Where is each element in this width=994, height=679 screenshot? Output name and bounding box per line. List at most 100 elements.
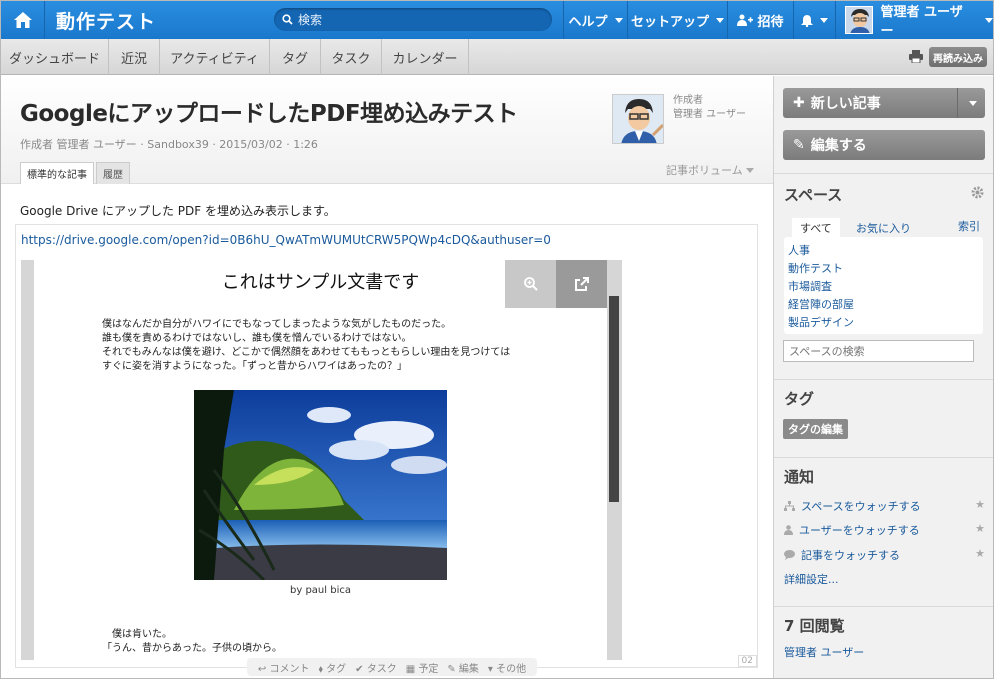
new-article-button[interactable]: ✚ 新しい記事 [783, 88, 985, 118]
chevron-down-icon [820, 17, 828, 23]
app-window: 動作テスト ヘルプ セットアップ 招待 管理者 ユーザー ダッシュボード 近況 [0, 0, 994, 679]
invite-button[interactable]: 招待 [727, 1, 793, 39]
chevron-down-icon [614, 17, 623, 23]
star-icon[interactable]: ★ [975, 547, 985, 560]
author-name[interactable]: 管理者 ユーザー [673, 108, 746, 122]
page-number: 02 [737, 655, 757, 667]
tag-action[interactable]: ⬧ タグ [318, 660, 346, 675]
space-link[interactable]: 人事 [784, 242, 983, 260]
viewer-link[interactable]: 管理者 ユーザー [784, 644, 864, 660]
pdf-paragraph-1: 僕はなんだか自分がハワイにでもなってしまったような気がしたものだった。 誰も僕を… [102, 318, 510, 374]
comment-label: コメント [269, 663, 310, 675]
edit-tags-button[interactable]: タグの編集 [783, 419, 848, 439]
event-action[interactable]: ▦ 予定 [406, 660, 439, 675]
pdf-line: すぐに姿を消すようになった。「ずっと昔からハワイはあったの？」 [102, 361, 407, 372]
space-link[interactable]: 製品デザイン [784, 314, 983, 332]
pencil-icon: ✎ [793, 137, 805, 153]
notifications-menu[interactable] [793, 1, 835, 39]
pdf-paragraph-2: 僕は肯いた。 「うん、昔からあった。子供の頃から。 [102, 628, 282, 656]
space-search-input[interactable] [783, 340, 974, 362]
article-body: Google Drive にアップした PDF を埋め込み表示します。 [20, 204, 336, 218]
views-title: 7 回閲覧 [784, 617, 845, 635]
author-avatar[interactable] [612, 94, 664, 144]
app-title[interactable]: 動作テスト [56, 7, 156, 34]
zoom-button[interactable] [505, 260, 556, 308]
nav-calendar[interactable]: カレンダー [382, 39, 469, 75]
help-label: ヘルプ [568, 14, 608, 30]
watch-space-link[interactable]: スペースをウォッチする [784, 498, 921, 514]
nav-recent[interactable]: 近況 [109, 39, 160, 75]
author-label: 作成者 [673, 95, 703, 106]
edit-label: 編集する [810, 138, 867, 154]
user-icon [784, 525, 793, 535]
tab-all-spaces[interactable]: すべて [792, 218, 840, 238]
space-link[interactable]: 動作テスト [784, 260, 983, 278]
add-user-icon [737, 14, 754, 26]
search-icon [282, 14, 293, 25]
more-action[interactable]: ▾ その他 [488, 660, 526, 675]
tab-favorite-spaces[interactable]: お気に入り [856, 220, 911, 236]
nav-tags[interactable]: タグ [270, 39, 321, 75]
setup-label: セットアップ [630, 14, 709, 30]
zoom-icon [523, 277, 538, 291]
article-toolbar: ↩ コメント ⬧ タグ ✔ タスク ▦ 予定 ✎ 編集 ▾ その他 [247, 658, 537, 676]
open-external-button[interactable] [556, 260, 607, 308]
pdf-line: 誰も僕を責めるわけではないし、誰も僕を憎んでいるわけではない。 [102, 333, 412, 344]
views-section: 7 回閲覧 管理者 ユーザー [774, 606, 993, 678]
reload-button[interactable]: 再読み込み [929, 47, 987, 67]
secondary-nav: ダッシュボード 近況 アクティビティ タグ タスク カレンダー 再読み込み [1, 39, 993, 75]
help-menu[interactable]: ヘルプ [563, 1, 627, 39]
comment-icon [784, 550, 795, 560]
star-icon[interactable]: ★ [975, 522, 985, 535]
watch-article-label: 記事をウォッチする [801, 549, 900, 562]
new-article-dropdown[interactable] [957, 88, 985, 118]
sidebar: ✚ 新しい記事 ✎ 編集する スペース すべて お気に入り 索引 人事 動作テス… [773, 76, 993, 678]
more-label: その他 [496, 663, 527, 675]
search-box[interactable] [274, 8, 552, 31]
setup-menu[interactable]: セットアップ [627, 1, 727, 39]
photo-credit: by paul bica [290, 585, 351, 596]
nav-activity[interactable]: アクティビティ [160, 39, 270, 75]
pdf-page: これはサンプル文書です 僕はなんだか自分がハワイにでもなってしまったような気がし… [34, 260, 607, 660]
notify-settings-link[interactable]: 詳細設定... [784, 571, 839, 587]
author-info: 作成者 管理者 ユーザー [673, 94, 746, 122]
comment-action[interactable]: ↩ コメント [258, 660, 310, 675]
tags-title: タグ [784, 390, 815, 408]
home-button[interactable] [1, 1, 45, 39]
edit-action[interactable]: ✎ 編集 [447, 660, 479, 675]
pdf-scrollbar[interactable] [609, 296, 619, 502]
tab-standard[interactable]: 標準的な記事 [20, 162, 94, 184]
space-index-link[interactable]: 索引 [958, 218, 980, 234]
edit-button[interactable]: ✎ 編集する [783, 130, 985, 160]
print-icon[interactable] [909, 50, 923, 63]
plus-icon: ✚ [793, 95, 805, 111]
watch-user-link[interactable]: ユーザーをウォッチする [784, 522, 920, 538]
pdf-line: 僕はなんだか自分がハワイにでもなってしまったような気がしたものだった。 [102, 319, 452, 330]
embed-block: https://drive.google.com/open?id=0B6hU_Q… [15, 224, 758, 668]
user-menu[interactable]: 管理者 ユーザー [835, 1, 993, 39]
page-title: GoogleにアップロードしたPDF埋め込みテスト [20, 101, 518, 127]
event-label: 予定 [418, 663, 439, 675]
nav-dashboard[interactable]: ダッシュボード [1, 39, 109, 75]
volume-menu[interactable]: 記事ボリューム [666, 162, 754, 178]
volume-label: 記事ボリューム [666, 164, 743, 177]
article-header: GoogleにアップロードしたPDF埋め込みテスト 作成者 管理者 ユーザー ·… [1, 76, 773, 184]
chevron-down-icon [985, 17, 993, 23]
invite-label: 招待 [757, 14, 784, 30]
pdf-line: それでもみんなは僕を避け、どこかで偶然顔をあわせてももっともらしい理由を見つけて… [102, 347, 511, 358]
space-link[interactable]: 経営陣の部屋 [784, 296, 983, 314]
spaces-section: スペース すべて お気に入り 索引 人事 動作テスト 市場調査 経営陣の部屋 製… [774, 173, 993, 379]
pdf-viewer[interactable]: これはサンプル文書です 僕はなんだか自分がハワイにでもなってしまったような気がし… [21, 260, 622, 660]
tab-history[interactable]: 履歴 [96, 162, 130, 184]
star-icon[interactable]: ★ [975, 498, 985, 511]
avatar [845, 6, 873, 34]
nav-tasks[interactable]: タスク [321, 39, 382, 75]
watch-user-label: ユーザーをウォッチする [799, 524, 920, 537]
watch-article-link[interactable]: 記事をウォッチする [784, 547, 900, 563]
drive-link[interactable]: https://drive.google.com/open?id=0B6hU_Q… [21, 233, 551, 247]
space-link[interactable]: 市場調査 [784, 278, 983, 296]
gear-icon[interactable] [971, 186, 984, 199]
main-content: GoogleにアップロードしたPDF埋め込みテスト 作成者 管理者 ユーザー ·… [1, 76, 773, 678]
search-input[interactable] [298, 12, 538, 27]
task-action[interactable]: ✔ タスク [355, 660, 397, 675]
